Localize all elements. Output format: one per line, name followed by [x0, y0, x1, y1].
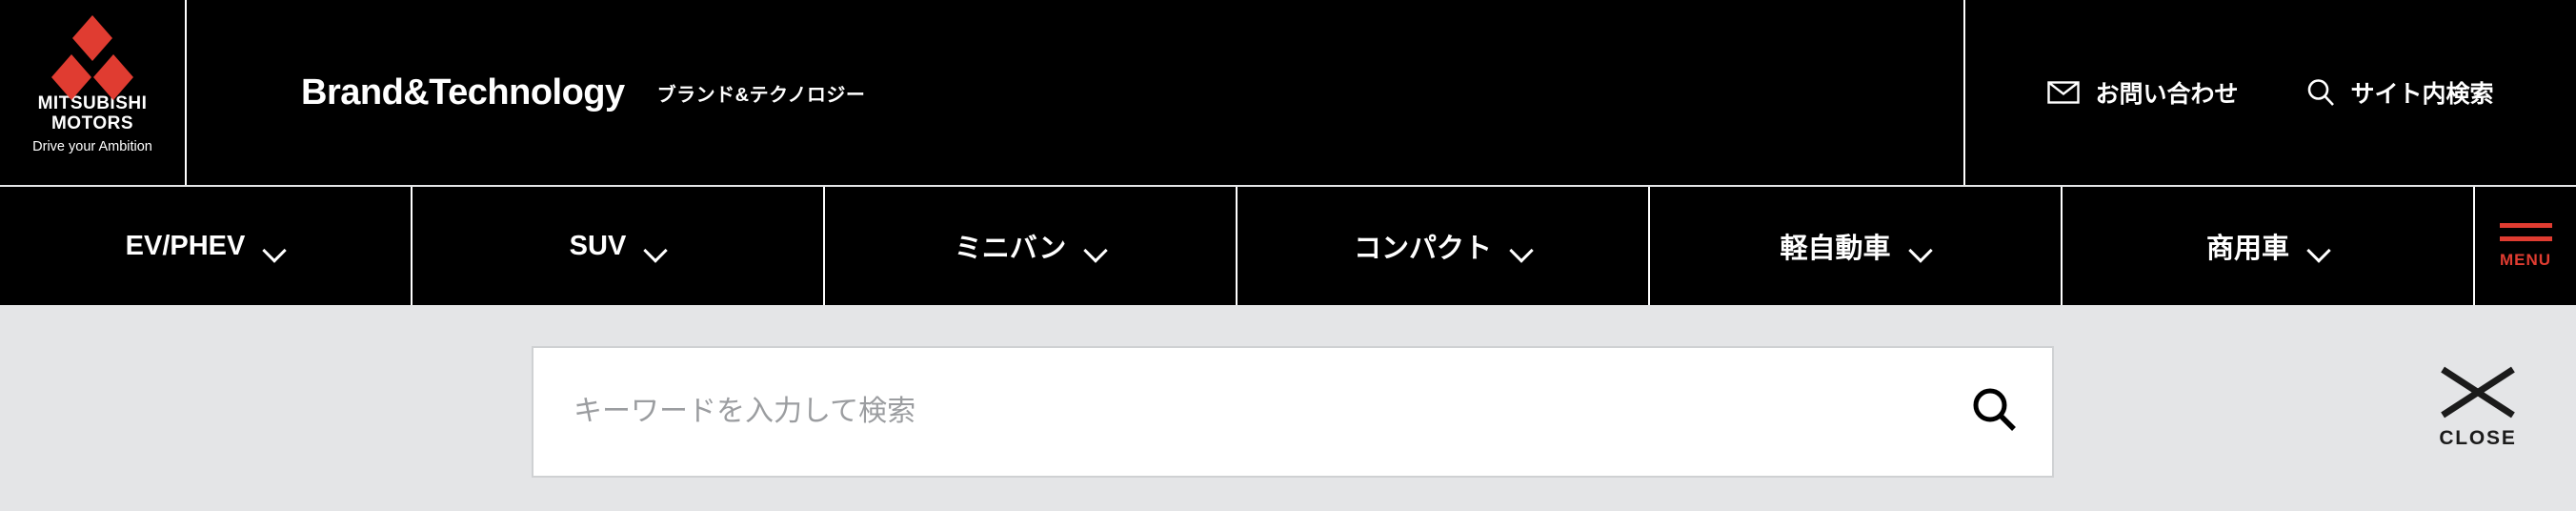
- logo-wordmark-line2: MOTORS: [50, 112, 134, 133]
- nav-item-ev-phev[interactable]: EV/PHEV: [0, 187, 413, 305]
- mail-icon: [2047, 81, 2081, 104]
- nav-item-compact[interactable]: コンパクト: [1238, 187, 1650, 305]
- nav-item-minivan[interactable]: ミニバン: [825, 187, 1238, 305]
- close-x-icon: [2438, 364, 2518, 419]
- search-icon: [1969, 385, 2021, 439]
- chevron-down-icon: [1085, 242, 1106, 255]
- chevron-down-icon: [645, 242, 666, 255]
- close-search-label: CLOSE: [2439, 427, 2517, 449]
- chevron-down-icon: [1910, 242, 1931, 255]
- page-subtitle: ブランド&テクノロジー: [656, 84, 866, 106]
- search-box[interactable]: [532, 346, 2054, 478]
- nav-item-label: 商用車: [2205, 234, 2289, 264]
- utility-links: お問い合わせ サイト内検索: [1963, 0, 2576, 185]
- chevron-down-icon: [2308, 242, 2329, 255]
- site-search-link[interactable]: サイト内検索: [2305, 75, 2494, 110]
- logo-wordmark-line1: MITSUBISHI: [37, 93, 148, 113]
- contact-link[interactable]: お問い合わせ: [2047, 75, 2239, 110]
- site-search-link-label: サイト内検索: [2350, 81, 2494, 108]
- hamburger-menu-button[interactable]: MENU: [2475, 187, 2576, 305]
- hamburger-menu-label: MENU: [2499, 250, 2552, 269]
- nav-item-label: コンパクト: [1353, 234, 1492, 264]
- nav-item-label: EV/PHEV: [125, 230, 246, 261]
- search-icon: [2305, 77, 2336, 108]
- nav-item-label: SUV: [569, 230, 627, 261]
- main-navigation: EV/PHEV SUV ミニバン コンパクト 軽自動車 商用車 MENU: [0, 187, 2576, 305]
- search-input[interactable]: [533, 348, 1938, 476]
- page-root: MITSUBISHI MOTORS Drive your Ambition Br…: [0, 0, 2576, 511]
- nav-item-commercial[interactable]: 商用車: [2063, 187, 2475, 305]
- brand-logo[interactable]: MITSUBISHI MOTORS Drive your Ambition: [0, 0, 187, 185]
- chevron-down-icon: [264, 242, 285, 255]
- search-submit-button[interactable]: [1938, 348, 2052, 476]
- logo-wordmark: MITSUBISHI MOTORS: [37, 93, 148, 133]
- page-title-zone: Brand&Technology ブランド&テクノロジー: [187, 0, 1963, 185]
- search-panel: CLOSE: [0, 305, 2576, 511]
- logo-tagline: Drive your Ambition: [32, 139, 152, 155]
- nav-item-suv[interactable]: SUV: [413, 187, 825, 305]
- site-header: MITSUBISHI MOTORS Drive your Ambition Br…: [0, 0, 2576, 185]
- contact-link-label: お問い合わせ: [2095, 81, 2239, 108]
- mitsubishi-three-diamonds-icon: [51, 15, 133, 100]
- nav-item-label: ミニバン: [954, 234, 1067, 264]
- chevron-down-icon: [1511, 242, 1532, 255]
- nav-item-kei-car[interactable]: 軽自動車: [1650, 187, 2063, 305]
- nav-item-label: 軽自動車: [1780, 234, 1891, 264]
- hamburger-menu-icon: [2499, 222, 2552, 241]
- page-title: Brand&Technology: [301, 72, 625, 112]
- close-search-button[interactable]: CLOSE: [2425, 364, 2531, 450]
